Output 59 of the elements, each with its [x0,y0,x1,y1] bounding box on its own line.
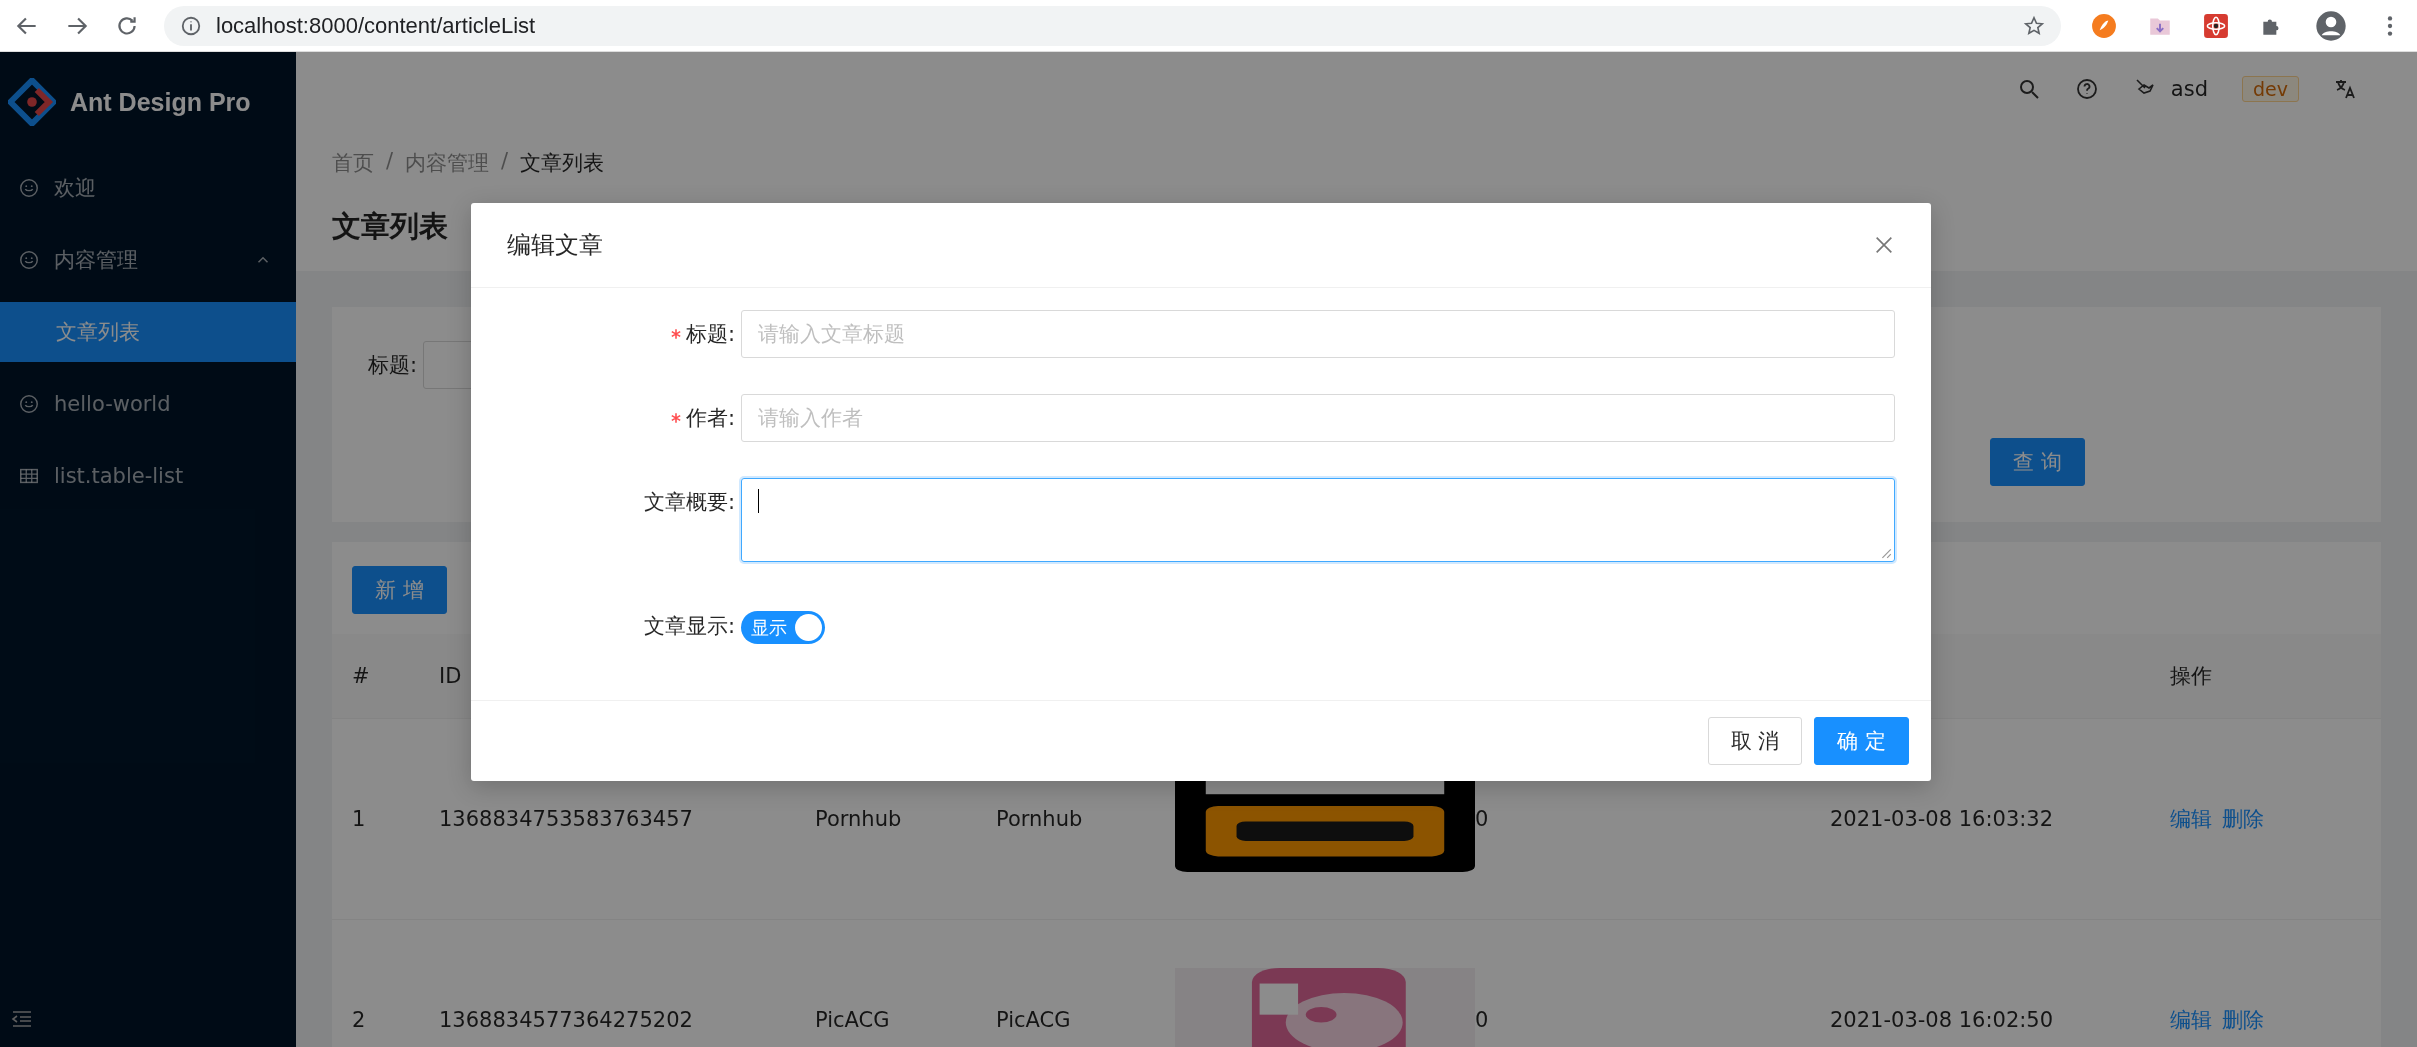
resize-handle-icon[interactable] [1880,547,1892,559]
env-tag: dev [2242,75,2299,102]
star-icon[interactable] [2023,14,2045,37]
table-cell: PicACG [996,1008,1071,1032]
breadcrumb-current: 文章列表 [520,150,605,177]
menu-item[interactable]: list.table-list [0,440,296,512]
add-button[interactable]: 新 增 [352,566,447,614]
action-link[interactable]: 删除 [2222,1006,2264,1034]
help-icon[interactable] [2074,76,2099,101]
cancel-button[interactable]: 取 消 [1707,717,1803,765]
table-cell: Pornhub [815,807,902,831]
table-cell: PicACG [815,1008,890,1032]
action-link[interactable]: 编辑 [2170,805,2212,833]
field-label: 文章概要: [643,489,735,516]
table-cell: 1368834753583763457 [439,807,693,831]
extension-icon[interactable] [2091,12,2117,39]
required-icon [669,328,682,340]
table-cell: Pornhub [996,807,1083,831]
field-label: 作者: [685,405,735,432]
table-cell: 0 [1475,1008,1489,1032]
breadcrumb-link[interactable]: 内容管理 [405,149,490,177]
confirm-button[interactable]: 确 定 [1814,717,1909,765]
close-icon[interactable] [1873,234,1895,256]
submenu-item[interactable]: 文章列表 [0,302,296,362]
input-field[interactable]: 请输入文章标题 [741,310,1895,358]
app-name: Ant Design Pro [70,87,251,117]
table-cell: 2021-03-08 16:03:32 [1830,807,2054,831]
menu-item[interactable]: 内容管理 [0,224,296,296]
table-cell: 2 [352,1008,366,1032]
account-icon[interactable] [2315,9,2347,42]
required-icon [669,412,682,424]
breadcrumb-separator: / [386,149,394,175]
breadcrumb-separator: / [501,149,509,175]
column-header: ID [439,664,462,688]
breadcrumb-link[interactable]: 首页 [332,149,374,177]
address-bar[interactable]: localhost:8000/content/articleList [164,5,2061,46]
username[interactable]: asd [2170,76,2208,101]
dialog-title: 编辑文章 [507,230,603,261]
info-icon[interactable] [180,14,202,37]
action-link[interactable]: 编辑 [2170,1006,2212,1034]
diamond-logo-icon [8,78,56,126]
toggle-switch[interactable]: 显示 [741,611,825,644]
field-label: 标题: [368,352,418,379]
table-cell: 1368834577364275202 [439,1008,693,1032]
table-cell: 1 [352,807,366,831]
field-label: 标题: [685,321,735,348]
column-header: 操作 [2170,664,2212,688]
atom-icon[interactable] [2203,12,2229,39]
textarea-field[interactable] [741,478,1895,562]
menu-item[interactable]: 欢迎 [0,152,296,224]
column-header: # [352,664,370,688]
page-title: 文章列表 [332,208,448,245]
menu-item[interactable]: hello-world [0,368,296,440]
query-button[interactable]: 查 询 [1990,438,2085,486]
action-link[interactable]: 删除 [2222,805,2264,833]
input-field[interactable]: 请输入作者 [741,394,1895,442]
table-cell: 2021-03-08 16:02:50 [1830,1008,2054,1032]
field-label: 文章显示: [643,613,735,640]
table-cell: 0 [1475,807,1489,831]
